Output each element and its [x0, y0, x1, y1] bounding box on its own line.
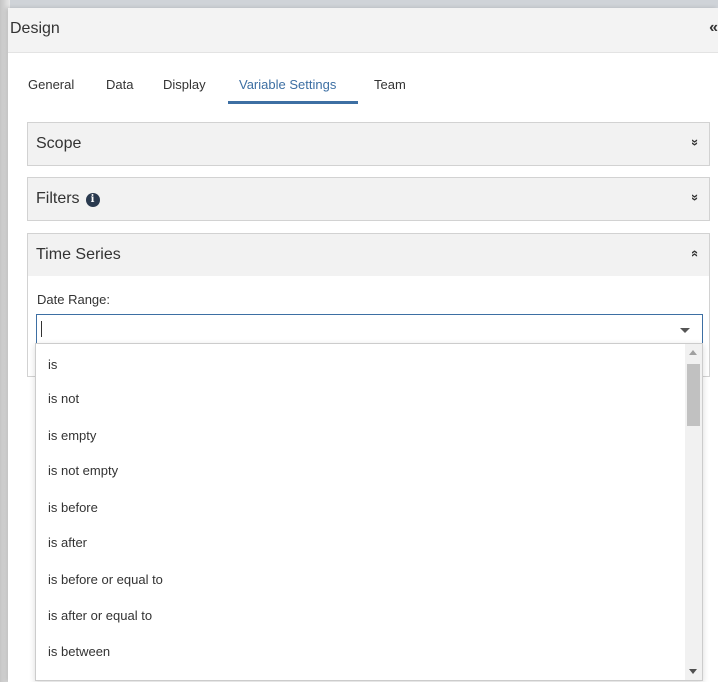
option-is-before-or-equal-to[interactable]: is before or equal to [48, 572, 163, 587]
date-range-label: Date Range: [37, 292, 110, 307]
panel-title: Design [10, 20, 60, 37]
option-is-not-empty[interactable]: is not empty [48, 463, 118, 478]
filters-title-text: Filters [36, 190, 80, 207]
tab-data[interactable]: Data [106, 77, 133, 92]
scope-section[interactable]: Scope » [27, 122, 710, 166]
option-is-before[interactable]: is before [48, 500, 98, 515]
date-range-options-list: is is not is empty is not empty is befor… [35, 343, 703, 681]
info-icon[interactable]: i [85, 193, 100, 207]
option-is-after[interactable]: is after [48, 535, 87, 550]
tab-team[interactable]: Team [374, 77, 406, 92]
scrollbar-thumb[interactable] [687, 364, 700, 426]
option-is[interactable]: is [48, 357, 57, 372]
panel-header: Design « [8, 8, 718, 53]
filters-section[interactable]: Filters i » [27, 177, 710, 221]
dropdown-arrow-icon[interactable] [680, 328, 690, 333]
date-range-select[interactable] [36, 314, 703, 344]
option-is-empty[interactable]: is empty [48, 428, 96, 443]
tab-display[interactable]: Display [163, 77, 206, 92]
options-scrollbar[interactable] [685, 344, 702, 680]
tab-general[interactable]: General [28, 77, 74, 92]
filters-section-title: Filters i [36, 190, 100, 208]
chevrons-down-icon[interactable]: » [688, 139, 703, 146]
scroll-up-arrow-icon[interactable] [689, 350, 697, 355]
option-is-not[interactable]: is not [48, 391, 79, 406]
collapse-panel-icon[interactable]: « [709, 19, 718, 37]
chevrons-down-icon[interactable]: » [688, 194, 703, 201]
option-is-after-or-equal-to[interactable]: is after or equal to [48, 608, 152, 623]
time-series-section-title: Time Series [36, 246, 121, 263]
option-is-between[interactable]: is between [48, 644, 110, 659]
text-cursor [41, 321, 42, 337]
tab-variable-settings[interactable]: Variable Settings [239, 77, 336, 92]
scroll-down-arrow-icon[interactable] [689, 669, 697, 674]
chevrons-up-icon[interactable]: « [688, 250, 703, 257]
scope-section-title: Scope [36, 135, 82, 152]
active-tab-indicator [228, 101, 358, 104]
